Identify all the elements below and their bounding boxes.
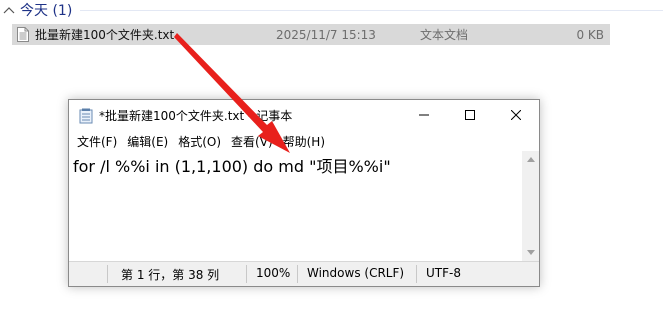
vertical-scrollbar[interactable] [522,151,539,261]
menu-help[interactable]: 帮助(H) [283,133,325,150]
file-row[interactable]: 批量新建100个文件夹.txt 2025/11/7 15:13 文本文档 0 K… [12,24,610,45]
status-position: 第 1 行，第 38 列 [121,268,220,282]
notepad-icon [79,108,93,124]
menu-format[interactable]: 格式(O) [178,133,221,150]
title-bar[interactable]: *批量新建100个文件夹.txt - 记事本 [69,100,539,131]
group-label: 今天 (1) [20,3,73,19]
group-divider [80,10,663,11]
file-size: 0 KB [576,27,604,42]
menu-view[interactable]: 查看(V) [231,133,273,150]
minimize-icon [419,109,429,123]
close-button[interactable] [493,100,539,131]
status-separator [107,265,108,283]
status-separator [246,265,247,283]
close-icon [510,109,522,123]
file-name: 批量新建100个文件夹.txt [35,28,175,42]
maximize-button[interactable] [447,100,493,131]
scroll-up-icon[interactable] [522,151,539,168]
maximize-icon [465,109,475,123]
file-type: 文本文档 [420,28,469,42]
status-separator [297,265,298,283]
status-line-ending: Windows (CRLF) [307,266,405,280]
text-editor[interactable]: for /l %%i in (1,1,100) do md "项目%%i" [69,151,521,261]
menu-bar: 文件(F) 编辑(E) 格式(O) 查看(V) 帮助(H) [69,131,539,151]
chevron-up-icon[interactable] [2,3,16,17]
notepad-window: *批量新建100个文件夹.txt - 记事本 文件(F) 编辑(E) 格式(O) [68,99,540,287]
status-encoding: UTF-8 [426,266,461,280]
menu-edit[interactable]: 编辑(E) [127,133,168,150]
editor-content[interactable]: for /l %%i in (1,1,100) do md "项目%%i" [73,153,391,177]
status-zoom: 100% [256,266,291,280]
minimize-button[interactable] [401,100,447,131]
menu-file[interactable]: 文件(F) [77,133,117,150]
group-header-today[interactable]: 今天 (1) [0,0,663,20]
explorer-page: 今天 (1) 批量新建100个文件夹.txt 2025/11/7 15:13 文… [0,0,663,325]
scroll-down-icon[interactable] [522,244,539,261]
file-date: 2025/11/7 15:13 [276,27,376,42]
window-title: *批量新建100个文件夹.txt - 记事本 [99,109,293,123]
status-separator [416,265,417,283]
text-file-icon [17,27,29,42]
status-bar: 第 1 行，第 38 列 100% Windows (CRLF) UTF-8 [69,261,539,286]
